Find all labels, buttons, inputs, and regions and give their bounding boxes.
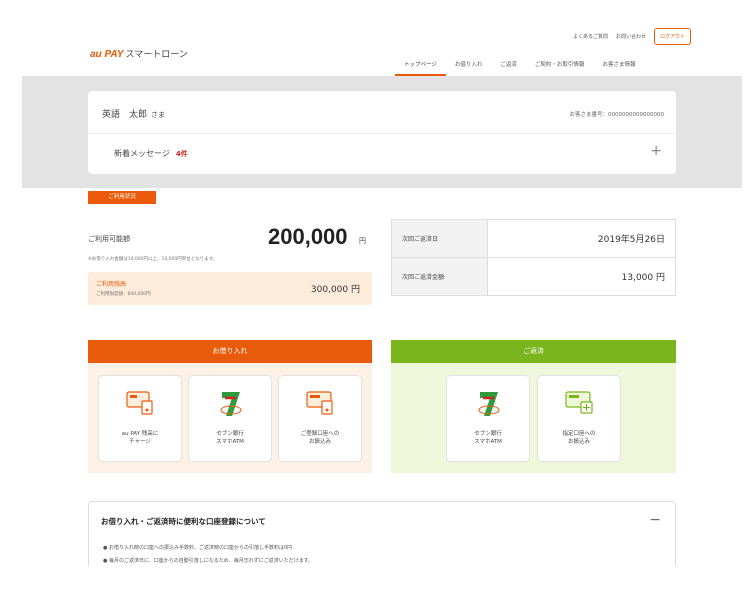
card-charge-icon bbox=[126, 391, 153, 415]
user-name-text: 英語 太郎 bbox=[102, 110, 148, 120]
nav-repay[interactable]: ご返済 bbox=[491, 60, 526, 76]
repay-title: ご返済 bbox=[391, 340, 676, 363]
transfer-borrow-label: ご登録口座への お振込み bbox=[300, 431, 340, 445]
seven-atm-repay-tile[interactable]: セブン銀行 スマホATM bbox=[446, 375, 530, 462]
nav-contract[interactable]: ご契約・お取引情報 bbox=[526, 60, 594, 76]
logo-brand: au PAY bbox=[90, 49, 124, 60]
available-unit: 円 bbox=[359, 237, 366, 245]
utility-links: よくあるご質問 お問い合わせ ログアウト bbox=[573, 28, 691, 45]
contact-link[interactable]: お問い合わせ bbox=[616, 33, 646, 40]
news-message[interactable]: 新着メッセージ 4件 bbox=[114, 148, 188, 159]
expand-plus-icon[interactable]: + bbox=[650, 143, 662, 159]
borrow-panel: お借り入れ au PAY 残高に チャージ セブン銀行 スマホATM ご登録口座… bbox=[88, 340, 372, 473]
available-label: ご利用可能額 bbox=[88, 235, 130, 243]
global-nav: トップページ お借り入れ ご返済 ご契約・お取引情報 お客さま情報 bbox=[395, 60, 644, 76]
next-amount-value: 13,000 円 bbox=[487, 257, 676, 296]
charge-label: au PAY 残高に チャージ bbox=[121, 431, 159, 445]
balance-label: ご利用残高 bbox=[96, 281, 127, 288]
user-honorific: さま bbox=[151, 111, 166, 119]
next-date-value: 2019年5月26日 bbox=[487, 219, 676, 258]
designated-account-icon bbox=[565, 391, 593, 414]
logout-button[interactable]: ログアウト bbox=[653, 28, 691, 45]
transfer-repay-label: 指定口座への お振込み bbox=[562, 431, 596, 445]
repay-panel: ご返済 セブン銀行 スマホATM 指定口座への お振込み bbox=[391, 340, 676, 473]
seven-atm-borrow-tile[interactable]: セブン銀行 スマホATM bbox=[188, 375, 272, 462]
accordion-title[interactable]: お借り入れ・ご返済時に便利な口座登録について bbox=[101, 516, 266, 527]
charge-tile[interactable]: au PAY 残高に チャージ bbox=[98, 375, 182, 462]
seven-bank-icon bbox=[478, 392, 500, 416]
info-line: ● お借り入れ時の口座への振込み手数料、ご返済時の口座からの引落し手数料は0円 bbox=[103, 545, 293, 551]
balance-box: ご利用残高 ご利用限度額：600,000円 300,000 円 bbox=[88, 272, 372, 305]
customer-number: お客さま番号：0000000000000000 bbox=[569, 112, 665, 118]
next-amount-label: 次回ご返済金額 bbox=[391, 257, 488, 296]
table-row: 次回ご返済日 2019年5月26日 bbox=[391, 219, 676, 258]
bank-transfer-icon bbox=[306, 391, 333, 415]
account-info-accordion: お借り入れ・ご返済時に便利な口座登録について − ● お借り入れ時の口座への振込… bbox=[88, 501, 676, 571]
balance-limit: ご利用限度額：600,000円 bbox=[96, 292, 151, 297]
page-fade bbox=[0, 566, 747, 616]
card-divider bbox=[88, 133, 676, 134]
info-line: ● 毎月のご返済日に、口座からの自動引落しになるため、毎月忘れずにご返済いただけ… bbox=[103, 558, 314, 564]
logo-service: スマートローン bbox=[125, 50, 188, 60]
nav-customer[interactable]: お客さま情報 bbox=[593, 60, 644, 76]
news-label: 新着メッセージ bbox=[114, 149, 170, 158]
status-tag: ご利用状況 bbox=[88, 191, 156, 204]
borrow-title: お借り入れ bbox=[88, 340, 372, 363]
seven-atm-repay-label: セブン銀行 スマホATM bbox=[474, 431, 502, 445]
user-name: 英語 太郎 さま bbox=[102, 107, 165, 120]
logo[interactable]: au PAY スマートローン bbox=[90, 47, 188, 60]
available-amount: 200,000 bbox=[268, 224, 348, 249]
faq-link[interactable]: よくあるご質問 bbox=[573, 33, 608, 40]
borrow-note: ※お借り入れ金額は10,000円以上、10,000円単位となります。 bbox=[88, 257, 218, 262]
transfer-repay-tile[interactable]: 指定口座への お振込み bbox=[537, 375, 621, 462]
repayment-table: 次回ご返済日 2019年5月26日 次回ご返済金額 13,000 円 bbox=[391, 219, 676, 296]
nav-borrow[interactable]: お借り入れ bbox=[446, 60, 492, 76]
news-count: 4件 bbox=[175, 150, 188, 158]
nav-top[interactable]: トップページ bbox=[395, 60, 446, 76]
seven-atm-borrow-label: セブン銀行 スマホATM bbox=[216, 431, 244, 445]
user-card: 英語 太郎 さま お客さま番号：0000000000000000 新着メッセージ 4… bbox=[88, 91, 676, 174]
balance-value: 300,000 円 bbox=[310, 285, 360, 295]
table-row: 次回ご返済金額 13,000 円 bbox=[391, 257, 676, 296]
transfer-borrow-tile[interactable]: ご登録口座への お振込み bbox=[278, 375, 362, 462]
collapse-minus-icon[interactable]: − bbox=[649, 512, 661, 528]
seven-bank-icon bbox=[220, 392, 242, 416]
next-date-label: 次回ご返済日 bbox=[391, 219, 488, 258]
